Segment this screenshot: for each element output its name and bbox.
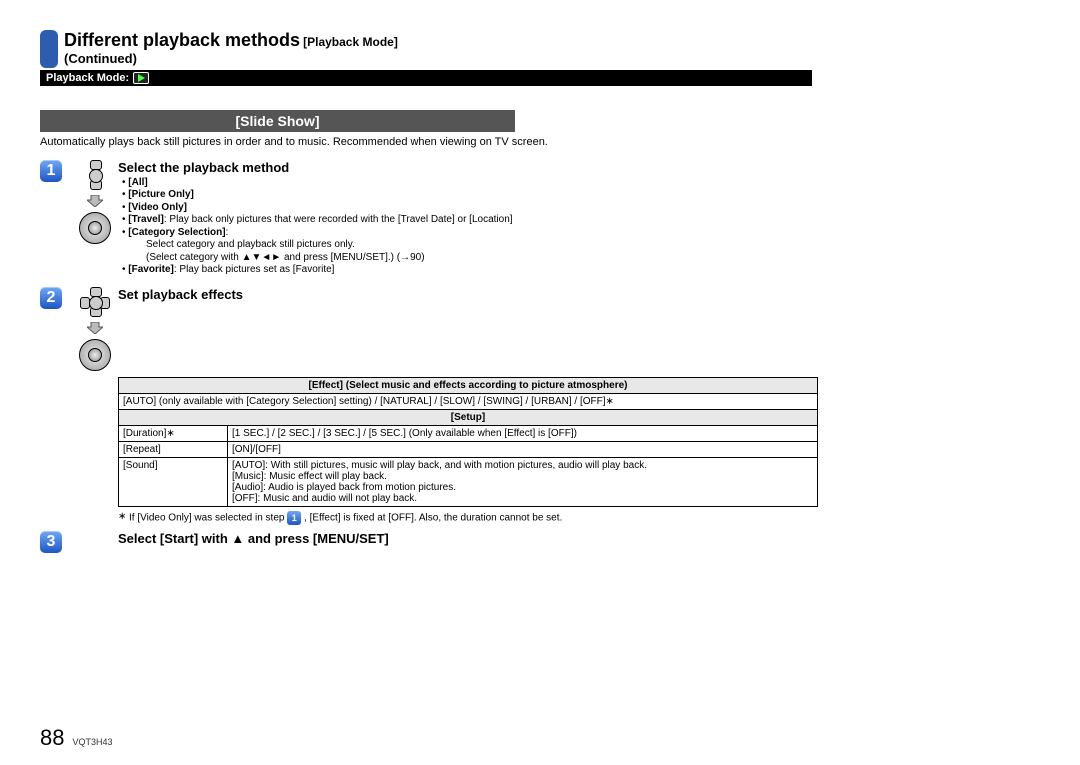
down-arrow-icon — [87, 321, 103, 335]
step-badge-3: 3 — [40, 531, 62, 553]
repeat-label: [Repeat] — [119, 441, 228, 457]
play-icon — [133, 72, 149, 84]
footnote-step-badge: 1 — [287, 511, 301, 525]
step-3: 3 Select [Start] with ▲ and press [MENU/… — [40, 531, 1040, 553]
step1-options: [All] [Picture Only] [Video Only] [Trave… — [118, 177, 1040, 277]
settings-table-wrap: [Effect] (Select music and effects accor… — [118, 377, 818, 507]
sound-value: [AUTO]: With still pictures, music will … — [228, 457, 818, 506]
table-row-effect: [AUTO] (only available with [Category Se… — [119, 393, 818, 409]
section-intro: Automatically plays back still pictures … — [40, 136, 810, 150]
playback-mode-bar: Playback Mode: — [40, 70, 812, 86]
header-accent-tab — [40, 30, 58, 68]
duration-value: [1 SEC.] / [2 SEC.] / [3 SEC.] / [5 SEC.… — [228, 425, 818, 441]
step-1: 1 Select the playback method [All] [Pict… — [40, 160, 1040, 277]
footnote: ∗ If [Video Only] was selected in step 1… — [118, 511, 818, 525]
step-badge-2: 2 — [40, 287, 62, 309]
step2-heading: Set playback effects — [118, 287, 1040, 302]
playback-mode-label: Playback Mode: — [46, 72, 129, 84]
opt-category-desc1: Select category and playback still pictu… — [122, 239, 1040, 252]
step3-heading: Select [Start] with ▲ and press [MENU/SE… — [118, 531, 389, 546]
settings-table: [Effect] (Select music and effects accor… — [118, 377, 818, 507]
opt-favorite-label: [Favorite] — [128, 264, 174, 275]
document-code: VQT3H43 — [72, 737, 112, 747]
opt-picture-only: [Picture Only] — [128, 189, 194, 200]
duration-label: [Duration]∗ — [119, 425, 228, 441]
section-title: [Slide Show] — [40, 110, 515, 132]
dpad-updown-icon — [80, 160, 110, 190]
opt-category-label: [Category Selection] — [128, 227, 225, 238]
page-title: Different playback methods — [64, 30, 300, 50]
step-2: 2 Set playback effects — [40, 287, 1040, 371]
opt-all: [All] — [128, 177, 147, 188]
menu-set-button-icon — [79, 339, 111, 371]
table-header-setup: [Setup] — [119, 409, 818, 425]
opt-category-desc2: (Select category with ▲▼◄► and press [ME… — [122, 252, 1040, 265]
menu-set-button-icon — [79, 212, 111, 244]
opt-favorite-desc: : Play back pictures set as [Favorite] — [174, 264, 335, 275]
step1-heading: Select the playback method — [118, 160, 1040, 175]
page-header: Different playback methods [Playback Mod… — [40, 30, 1040, 68]
footnote-after: , [Effect] is fixed at [OFF]. Also, the … — [304, 512, 562, 523]
page-number: 88 — [40, 725, 64, 751]
sound-label: [Sound] — [119, 457, 228, 506]
footnote-before: If [Video Only] was selected in step — [129, 512, 287, 523]
opt-travel-label: [Travel] — [128, 214, 164, 225]
repeat-value: [ON]/[OFF] — [228, 441, 818, 457]
opt-video-only: [Video Only] — [128, 202, 187, 213]
page-title-sub: [Playback Mode] — [303, 35, 398, 49]
footnote-asterisk: ∗ — [118, 511, 126, 522]
table-header-effect: [Effect] (Select music and effects accor… — [119, 377, 818, 393]
down-arrow-icon — [87, 194, 103, 208]
opt-travel-desc: : Play back only pictures that were reco… — [164, 214, 513, 225]
step-badge-1: 1 — [40, 160, 62, 182]
dpad-full-icon — [80, 287, 110, 317]
page-footer: 88 VQT3H43 — [40, 725, 113, 751]
page-title-continued: (Continued) — [64, 51, 398, 66]
